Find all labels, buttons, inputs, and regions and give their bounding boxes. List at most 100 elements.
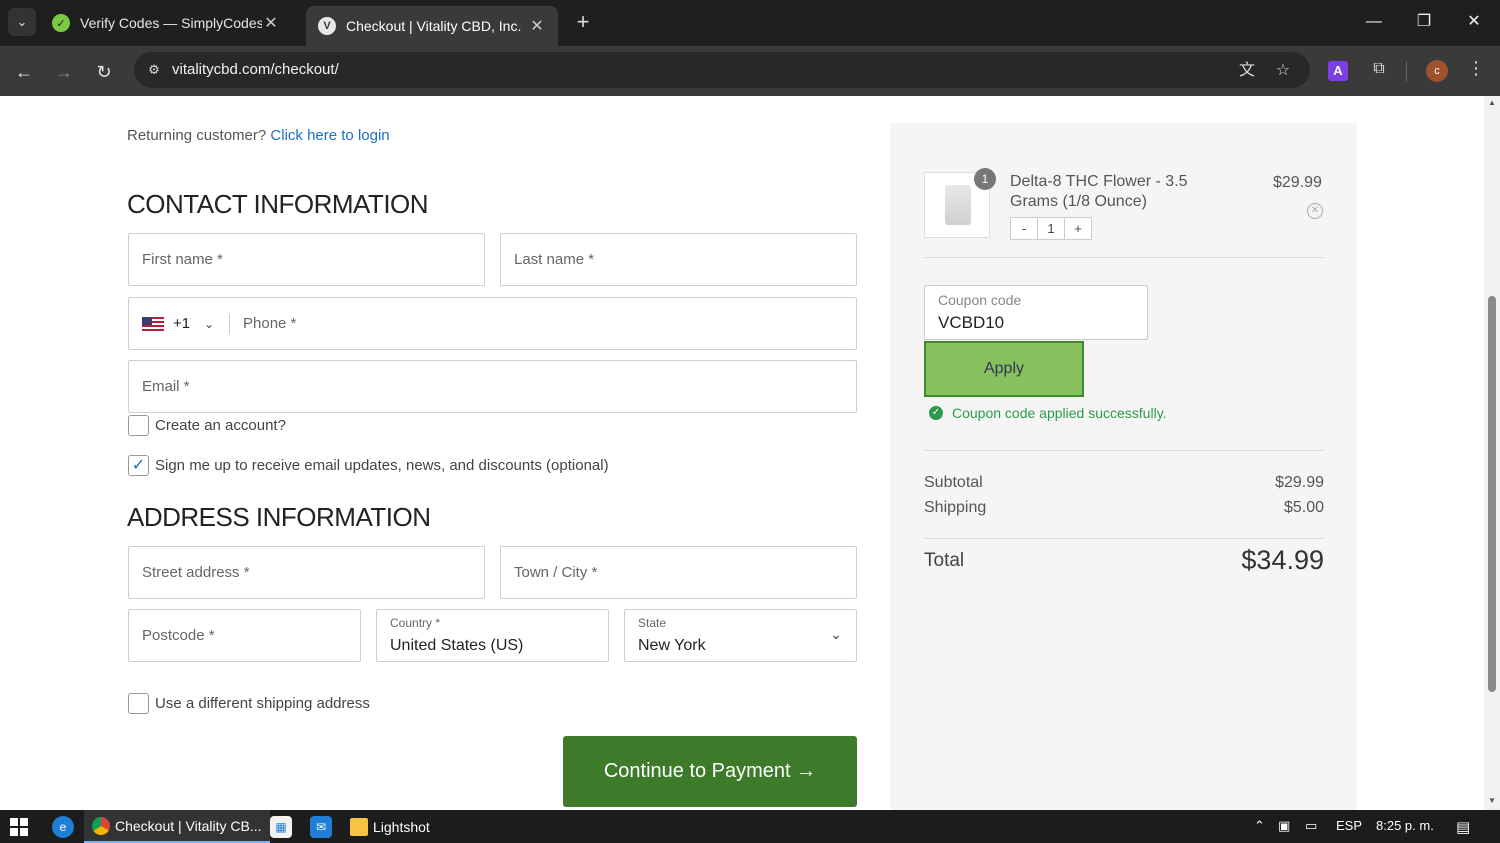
restore-icon[interactable]: ❐ [1406, 8, 1442, 36]
state-value: New York [638, 637, 706, 654]
subtotal-value: $29.99 [1275, 474, 1324, 491]
close-tab-icon[interactable]: ✕ [262, 13, 280, 33]
edge-icon[interactable]: e [52, 816, 74, 838]
simplycodes-favicon-icon: ✓ [52, 14, 70, 32]
close-tab-icon[interactable]: ✕ [528, 16, 546, 36]
country-value: United States (US) [390, 637, 524, 654]
quantity-value[interactable]: 1 [1037, 217, 1065, 240]
increase-quantity-button[interactable]: + [1064, 217, 1092, 240]
coupon-success-message: ✓ Coupon code applied successfully. [929, 405, 1167, 421]
country-field[interactable]: Country * United States (US) [376, 609, 609, 662]
product-name: Delta-8 THC Flower - 3.5 Grams (1/8 Ounc… [1010, 173, 1188, 210]
tab-title: Checkout | Vitality CBD, Inc. [346, 18, 522, 34]
total-value: $34.99 [1241, 545, 1324, 575]
total-row: Total $34.99 [924, 545, 1324, 576]
different-shipping-row[interactable]: Use a different shipping address [128, 693, 370, 714]
folder-icon [350, 817, 368, 836]
last-name-field[interactable]: Last name * [500, 233, 857, 286]
phone-placeholder: Phone * [243, 315, 297, 332]
tab-checkout[interactable]: V Checkout | Vitality CBD, Inc. ✕ [306, 6, 558, 46]
postcode-placeholder: Postcode * [142, 627, 215, 644]
new-tab-icon[interactable]: + [570, 10, 596, 36]
language-indicator[interactable]: ESP [1336, 818, 1362, 833]
street-address-placeholder: Street address * [142, 564, 250, 581]
remove-item-icon[interactable]: ✕ [1307, 203, 1323, 219]
check-circle-icon: ✓ [929, 406, 943, 420]
divider [924, 538, 1324, 539]
windows-taskbar: e Checkout | Vitality CB... ▦ ✉ Lightsho… [0, 810, 1500, 843]
bookmark-star-icon[interactable]: ☆ [1272, 60, 1294, 82]
phone-divider [229, 314, 230, 334]
folder-app-title: Lightshot [373, 818, 430, 835]
chevron-down-icon: ⌄ [830, 626, 842, 642]
quantity-stepper: - 1 + [1010, 217, 1092, 240]
minimize-icon[interactable]: — [1356, 8, 1392, 36]
windows-start-icon[interactable] [10, 818, 28, 836]
tray-chevron-up-icon[interactable]: ⌃ [1254, 818, 1265, 834]
browser-menu-icon[interactable]: ⋮ [1466, 58, 1486, 84]
returning-customer-notice: Returning customer? Click here to login [127, 127, 390, 144]
profile-avatar[interactable]: c [1426, 60, 1448, 82]
first-name-field[interactable]: First name * [128, 233, 485, 286]
vitality-favicon-icon: V [318, 17, 336, 35]
address-bar[interactable]: ⚙ vitalitycbd.com/checkout/ 文 ☆ [134, 52, 1310, 88]
forward-icon[interactable]: → [50, 58, 78, 86]
first-name-placeholder: First name * [142, 251, 223, 268]
checkout-page: Returning customer? Click here to login … [0, 96, 1484, 810]
order-summary: 1 Delta-8 THC Flower - 3.5 Grams (1/8 Ou… [890, 123, 1357, 810]
country-label: Country * [390, 616, 441, 630]
login-link[interactable]: Click here to login [270, 127, 389, 144]
different-shipping-label: Use a different shipping address [155, 695, 370, 712]
translate-icon[interactable]: 文 [1236, 60, 1258, 82]
newsletter-checkbox[interactable]: ✓ [128, 455, 149, 476]
newsletter-row[interactable]: ✓ Sign me up to receive email updates, n… [128, 455, 609, 476]
tab-strip: ⌄ ✓ Verify Codes — SimplyCodes ✕ V Check… [0, 0, 1500, 46]
coupon-code-field[interactable]: Coupon code VCBD10 [924, 285, 1148, 340]
phone-field[interactable]: +1 ⌄ Phone * [128, 297, 857, 350]
decrease-quantity-button[interactable]: - [1010, 217, 1038, 240]
close-window-icon[interactable]: ✕ [1456, 8, 1492, 36]
clock[interactable]: 8:25 p. m. [1376, 818, 1434, 833]
taskbar-folder-app[interactable]: Lightshot [342, 810, 438, 843]
email-placeholder: Email * [142, 378, 190, 395]
postcode-field[interactable]: Postcode * [128, 609, 361, 662]
store-icon[interactable]: ▦ [270, 816, 292, 838]
back-icon[interactable]: ← [10, 58, 38, 86]
city-placeholder: Town / City * [514, 564, 598, 581]
reload-icon[interactable]: ↻ [90, 58, 118, 86]
toolbar-divider [1406, 61, 1407, 81]
email-field[interactable]: Email * [128, 360, 857, 413]
tab-title: Verify Codes — SimplyCodes [80, 15, 262, 31]
country-code-selector[interactable]: +1 ⌄ [142, 315, 214, 332]
create-account-label: Create an account? [155, 417, 286, 434]
tab-simplycodes[interactable]: ✓ Verify Codes — SimplyCodes ✕ [40, 6, 292, 40]
extension-a-icon[interactable]: A [1328, 61, 1348, 81]
create-account-checkbox[interactable] [128, 415, 149, 436]
page-scrollbar[interactable]: ▲ ▼ [1484, 96, 1500, 810]
street-address-field[interactable]: Street address * [128, 546, 485, 599]
tab-search-chevron-icon[interactable]: ⌄ [8, 8, 36, 36]
contact-section-title: CONTACT INFORMATION [127, 189, 429, 219]
site-info-icon[interactable]: ⚙ [144, 60, 164, 80]
network-monitor-icon[interactable]: ▣ [1278, 818, 1290, 834]
chrome-icon [92, 816, 110, 835]
city-field[interactable]: Town / City * [500, 546, 857, 599]
mail-icon[interactable]: ✉ [310, 816, 332, 838]
apply-coupon-button[interactable]: Apply [924, 341, 1084, 397]
scroll-up-icon[interactable]: ▲ [1487, 98, 1497, 107]
taskbar-chrome-app[interactable]: Checkout | Vitality CB... [84, 810, 270, 843]
continue-to-payment-button[interactable]: Continue to Payment → [563, 736, 857, 807]
state-select[interactable]: State New York ⌄ [624, 609, 857, 662]
create-account-row[interactable]: Create an account? [128, 415, 286, 436]
extensions-puzzle-icon[interactable]: ⧉ [1368, 60, 1390, 82]
different-shipping-checkbox[interactable] [128, 693, 149, 714]
notifications-icon[interactable]: ▤ [1456, 818, 1470, 836]
url-text[interactable]: vitalitycbd.com/checkout/ [172, 61, 339, 78]
subtotal-row: Subtotal $29.99 [924, 474, 1324, 492]
success-text: Coupon code applied successfully. [952, 405, 1167, 421]
scroll-thumb[interactable] [1488, 296, 1496, 692]
battery-icon[interactable]: ▭ [1305, 818, 1317, 834]
total-label: Total [924, 549, 965, 571]
divider [924, 450, 1324, 451]
scroll-down-icon[interactable]: ▼ [1487, 796, 1497, 805]
